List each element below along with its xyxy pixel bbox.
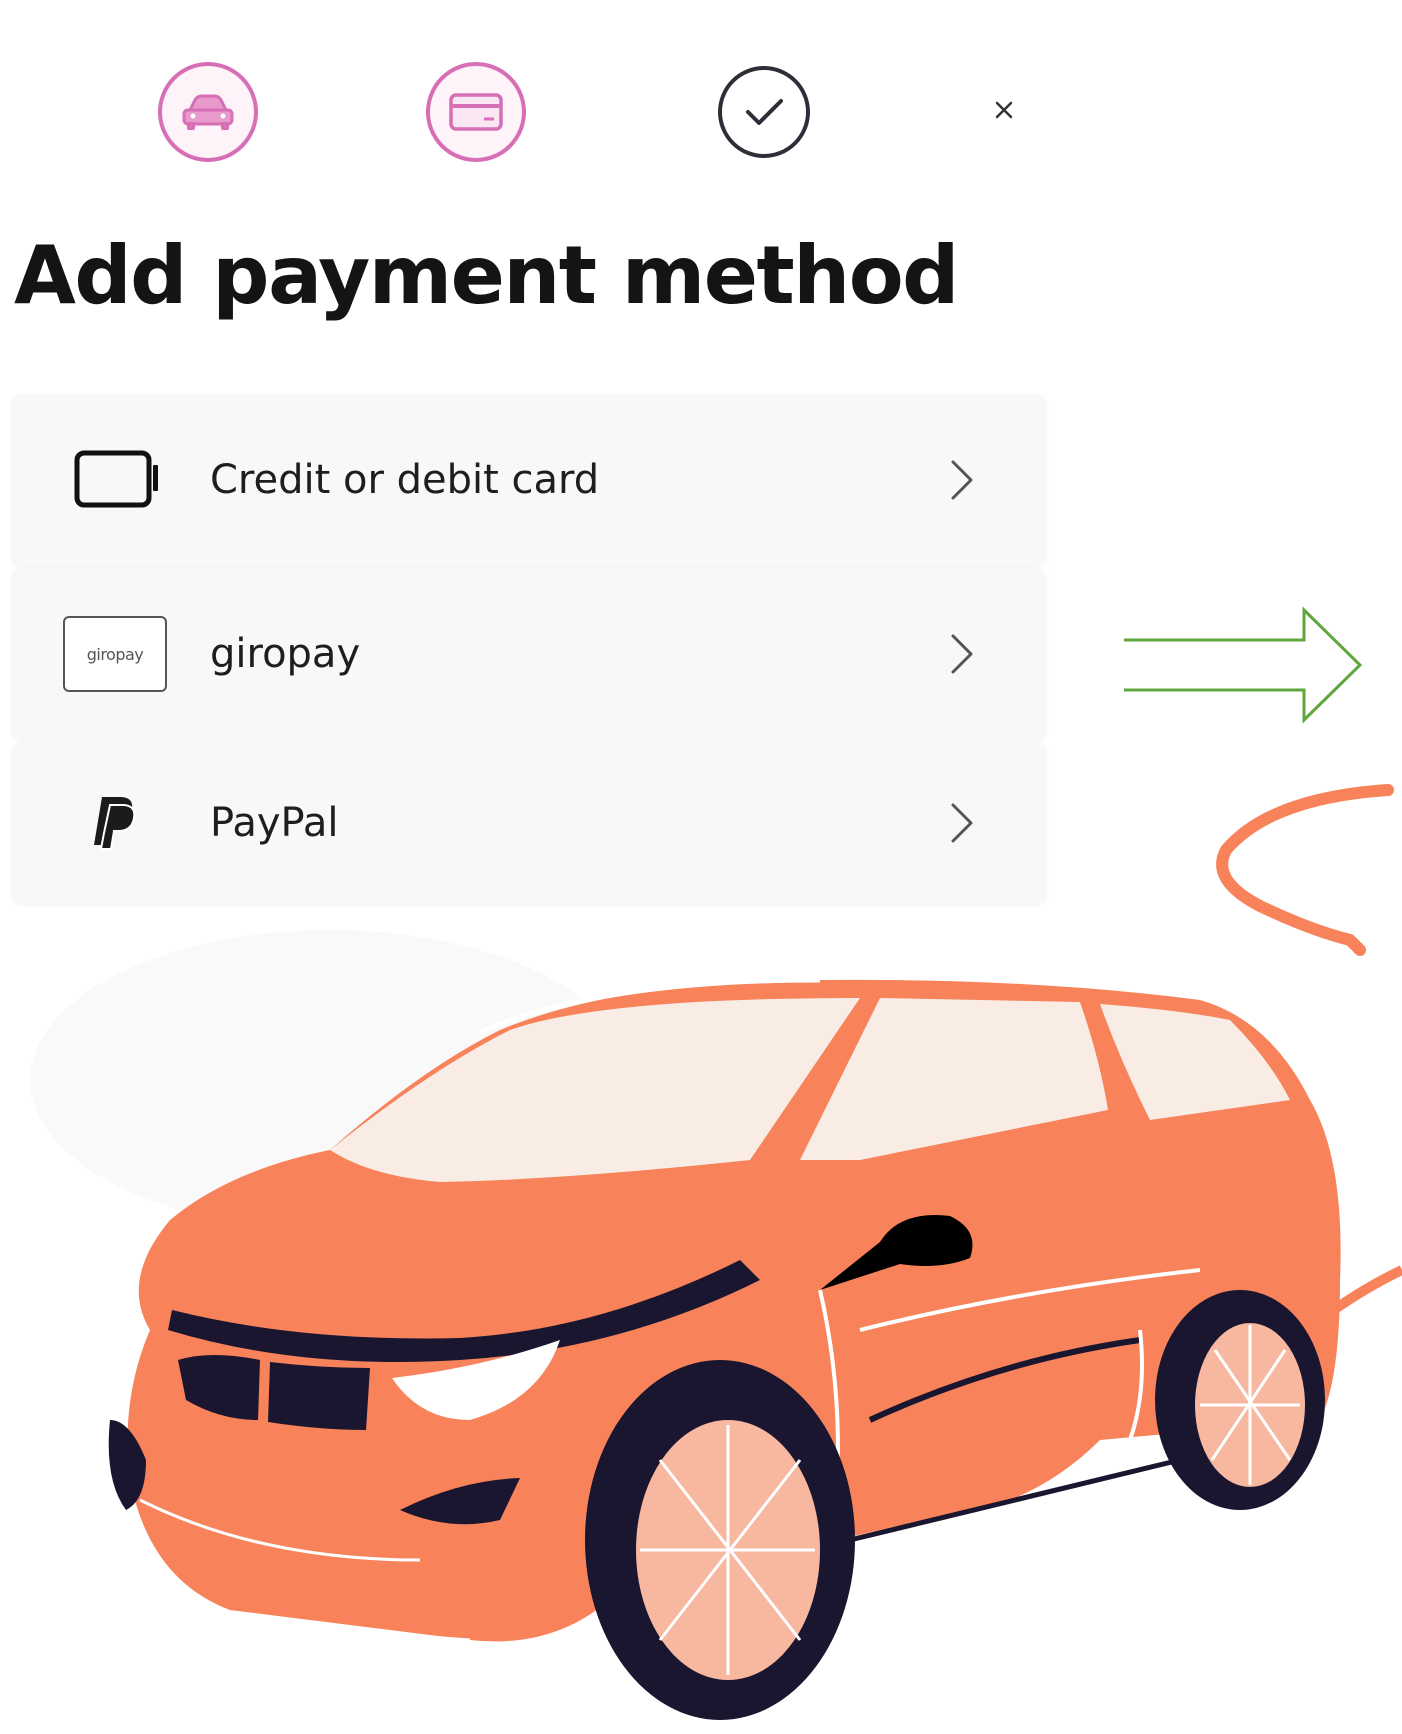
payment-method-card[interactable]: Credit or debit card [12,394,1046,566]
arrow-right-icon [1124,606,1363,724]
card-outline-icon [60,440,170,520]
paypal-logo-icon [60,783,170,863]
step-vehicle[interactable] [158,62,258,162]
payment-method-label: giropay [210,631,361,677]
payment-method-list: Credit or debit card giropay giropay Pay… [12,394,1046,906]
chevron-right-icon [942,629,982,679]
giropay-logo-text: giropay [86,644,144,664]
close-button[interactable] [988,94,1020,126]
payment-method-label: Credit or debit card [210,457,600,503]
car-icon [182,94,234,130]
car-illustration [30,930,1402,1720]
check-circle-icon [746,99,783,125]
payment-method-label: PayPal [210,800,339,846]
step-confirmation[interactable] [718,66,810,158]
credit-card-icon [449,93,503,131]
step-payment[interactable] [426,62,526,162]
chevron-right-icon [942,455,982,505]
giropay-logo: giropay [60,614,170,694]
page-title: Add payment method [14,229,959,322]
chevron-right-icon [942,798,982,848]
close-icon [995,101,1013,119]
payment-method-giropay[interactable]: giropay giropay [12,568,1046,740]
checkout-stepper [0,0,1060,200]
